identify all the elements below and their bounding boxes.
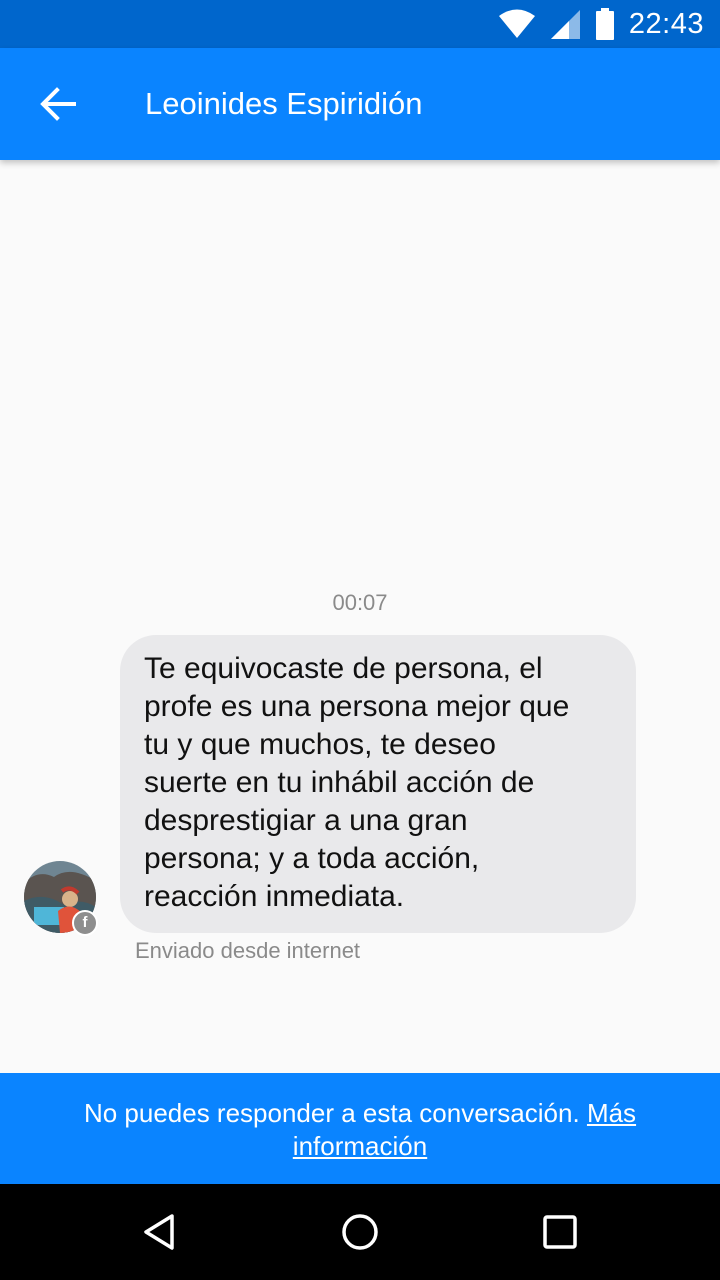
back-triangle-icon: [144, 1214, 174, 1250]
app-bar: Leoinides Espiridión: [0, 48, 720, 160]
message-text: Te equivocaste de persona, el profe es u…: [144, 652, 570, 913]
arrow-left-icon: [40, 87, 76, 121]
sender-avatar[interactable]: f: [24, 861, 98, 936]
cell-signal-icon: [550, 10, 580, 39]
status-bar: 22:43: [0, 0, 720, 48]
facebook-icon: f: [72, 910, 98, 936]
wifi-icon: [498, 9, 535, 38]
home-circle-icon: [342, 1214, 378, 1250]
recents-square-icon: [543, 1215, 577, 1249]
reply-disabled-notice: No puedes responder a esta conversación.…: [0, 1073, 720, 1184]
nav-back-button[interactable]: [110, 1184, 210, 1280]
message-timestamp: 00:07: [332, 590, 388, 615]
nav-recents-button[interactable]: [510, 1184, 610, 1280]
nav-home-button[interactable]: [310, 1184, 410, 1280]
back-button[interactable]: [28, 74, 88, 134]
notice-text: No puedes responder a esta conversación.: [83, 1098, 580, 1128]
message-thread[interactable]: 00:07 f Te equivocaste de persona, el pr…: [0, 160, 720, 1073]
status-icons: 22:43: [498, 0, 704, 48]
navigation-bar: [0, 1184, 720, 1280]
battery-icon: [595, 8, 614, 40]
conversation-title: Leoinides Espiridión: [145, 86, 423, 121]
message-bubble[interactable]: Te equivocaste de persona, el profe es u…: [120, 635, 636, 933]
sent-via-label: Enviado desde internet: [135, 938, 361, 963]
status-time: 22:43: [628, 7, 704, 40]
